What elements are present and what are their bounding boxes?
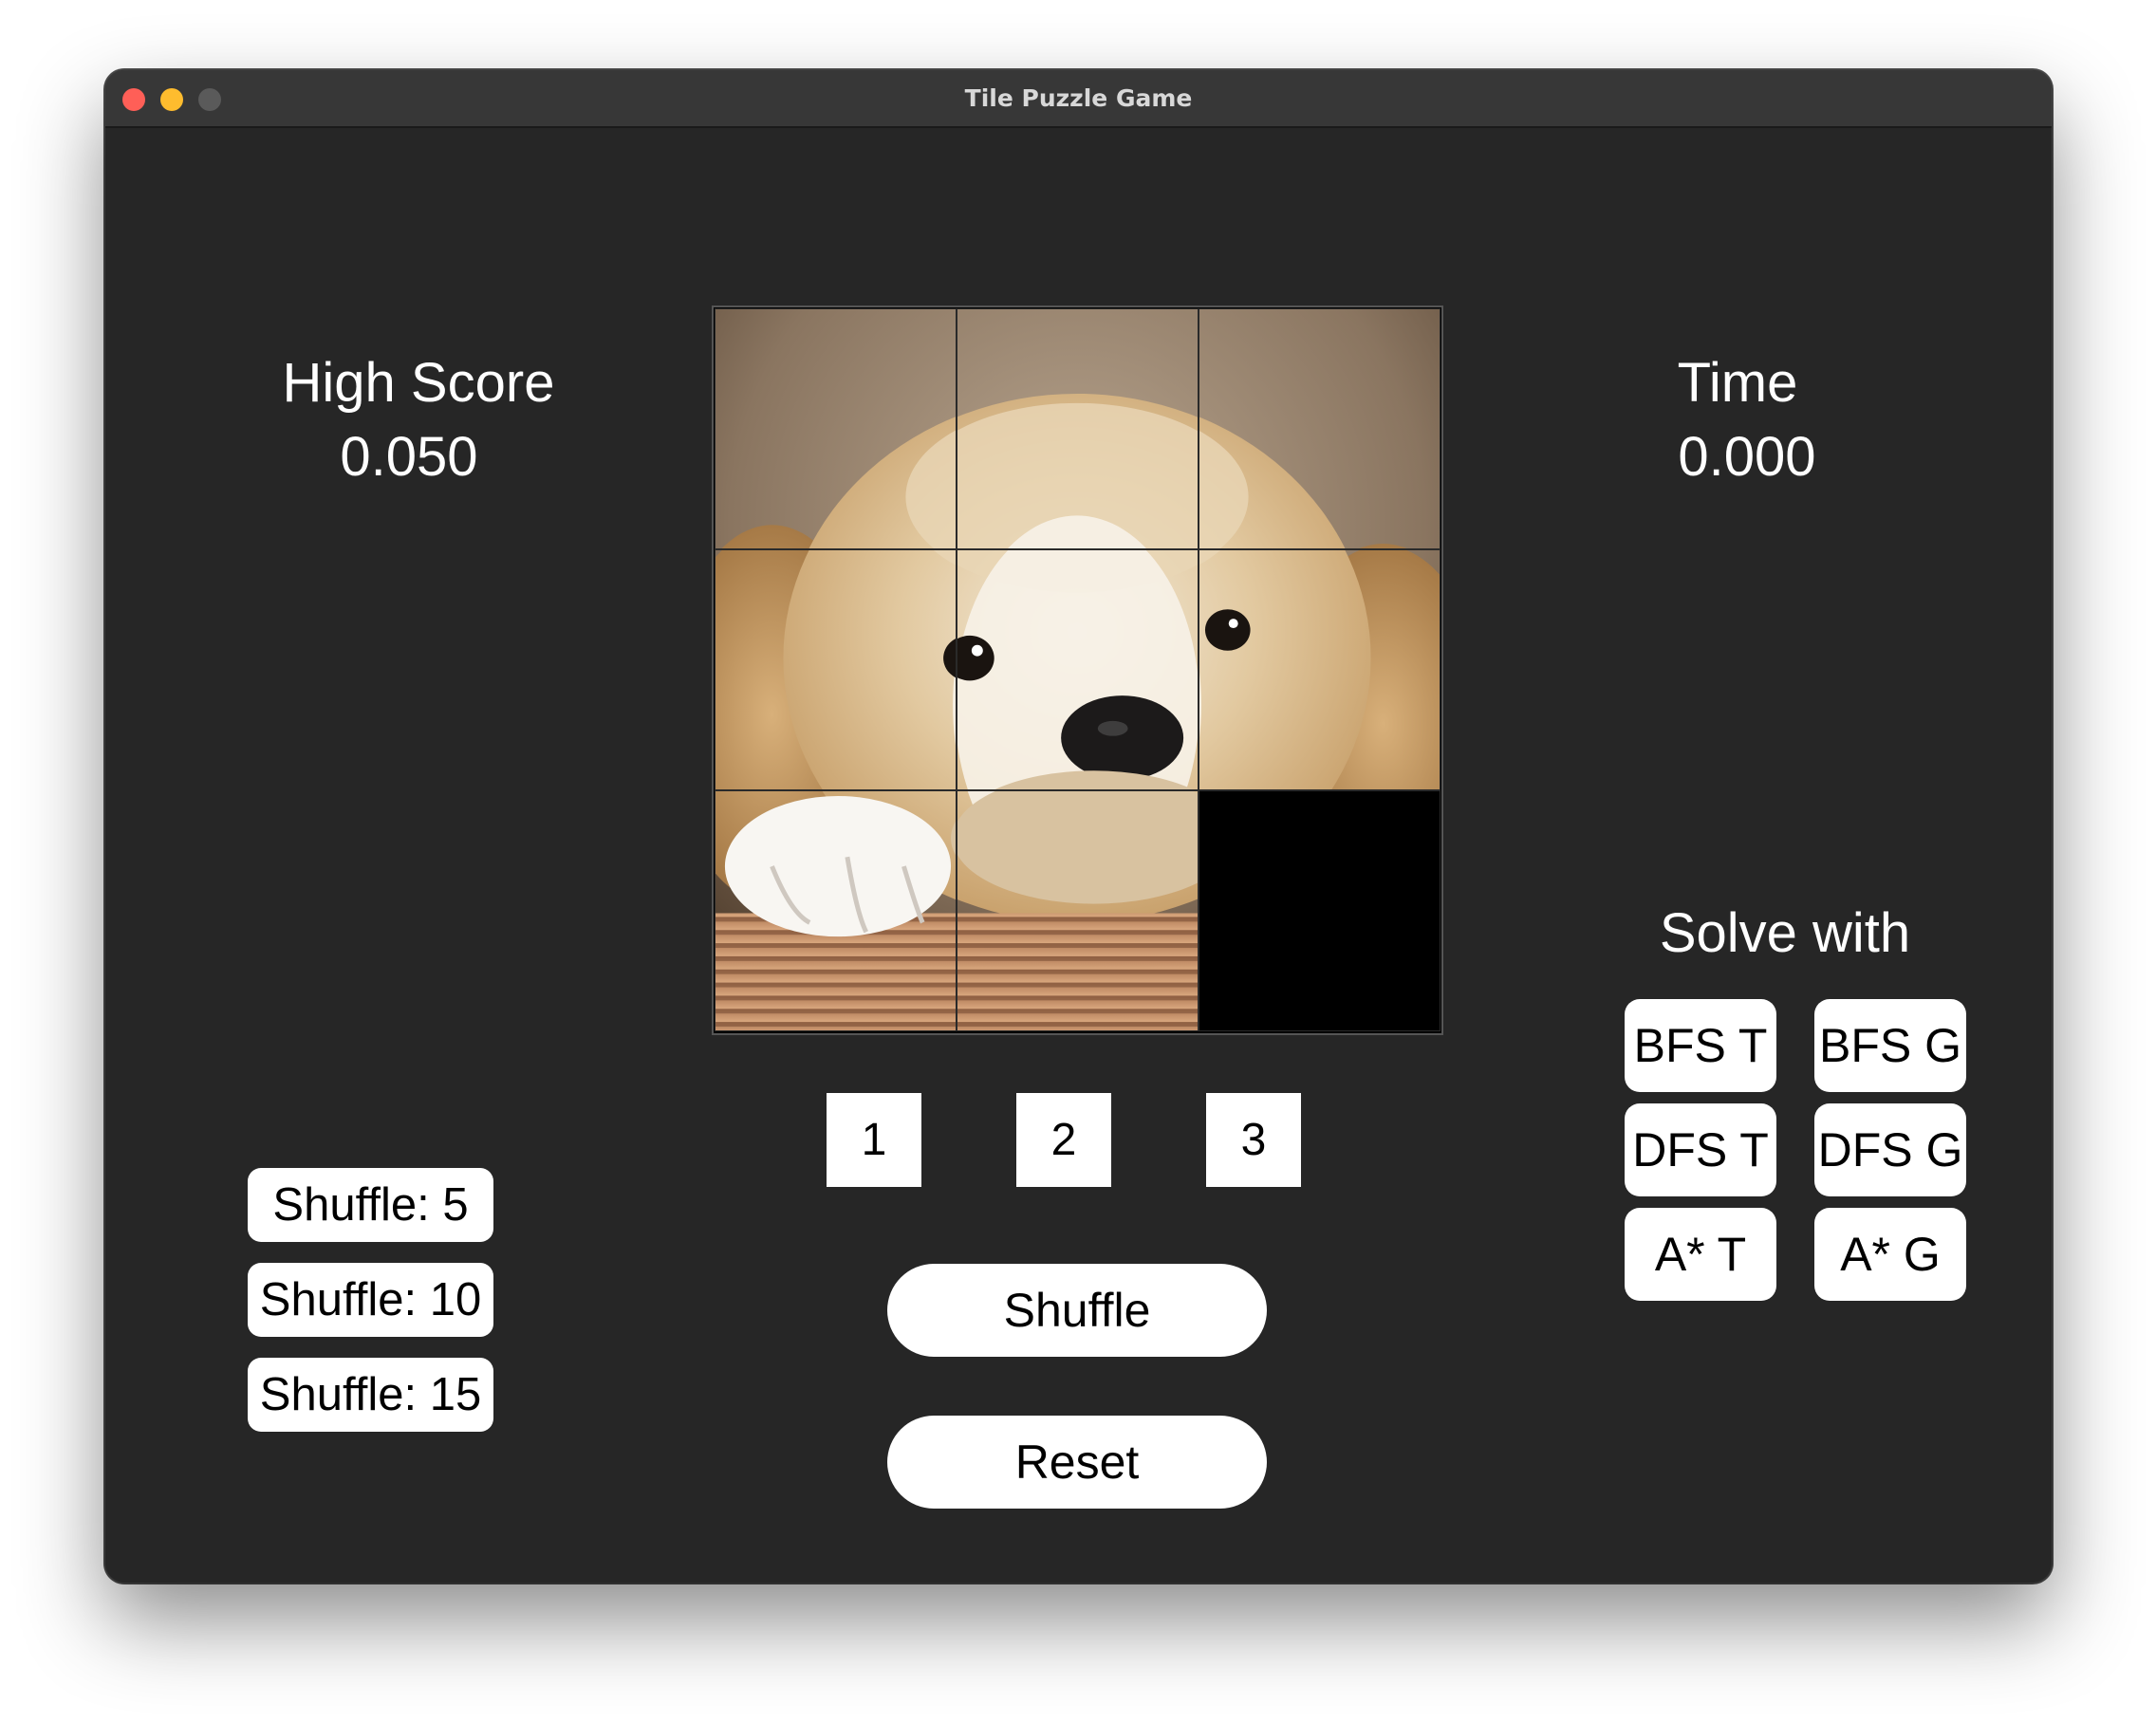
app-window: Tile Puzzle Game High Score 0.050 Time 0… xyxy=(105,70,2052,1583)
puzzle-tile[interactable] xyxy=(957,549,1199,790)
puppy-image-piece xyxy=(716,791,956,1030)
dfs-t-button[interactable]: DFS T xyxy=(1625,1103,1776,1196)
high-score-value: 0.050 xyxy=(340,426,478,488)
puzzle-tile[interactable] xyxy=(957,308,1199,549)
dfs-g-button[interactable]: DFS G xyxy=(1814,1103,1966,1196)
puppy-image-piece xyxy=(716,550,956,789)
astar-g-button[interactable]: A* G xyxy=(1814,1208,1966,1301)
astar-t-button[interactable]: A* T xyxy=(1625,1208,1776,1301)
shuffle-5-button[interactable]: Shuffle: 5 xyxy=(248,1168,493,1242)
window-title: Tile Puzzle Game xyxy=(964,84,1193,112)
puppy-image-piece xyxy=(957,791,1198,1030)
puzzle-tile[interactable] xyxy=(715,549,957,790)
puppy-image-piece xyxy=(716,309,956,548)
puzzle-tile[interactable] xyxy=(957,790,1199,1031)
puppy-image-piece xyxy=(1199,550,1440,789)
puzzle-board xyxy=(712,306,1443,1035)
puzzle-empty-tile[interactable] xyxy=(1199,790,1440,1031)
grid-size-button-1[interactable]: 1 xyxy=(827,1093,921,1187)
grid-size-button-2[interactable]: 2 xyxy=(1016,1093,1111,1187)
puppy-image-piece xyxy=(1199,309,1440,548)
bfs-g-button[interactable]: BFS G xyxy=(1814,999,1966,1092)
grid-size-button-3[interactable]: 3 xyxy=(1206,1093,1301,1187)
puzzle-tile[interactable] xyxy=(715,790,957,1031)
reset-button[interactable]: Reset xyxy=(887,1416,1267,1509)
puppy-image-piece xyxy=(957,309,1198,548)
puzzle-tile[interactable] xyxy=(1199,549,1440,790)
high-score-label: High Score xyxy=(282,352,555,414)
time-value: 0.000 xyxy=(1678,426,1816,488)
bfs-t-button[interactable]: BFS T xyxy=(1625,999,1776,1092)
puzzle-tile[interactable] xyxy=(715,308,957,549)
shuffle-10-button[interactable]: Shuffle: 10 xyxy=(248,1263,493,1337)
shuffle-button[interactable]: Shuffle xyxy=(887,1264,1267,1357)
time-label: Time xyxy=(1677,352,1798,414)
shuffle-15-button[interactable]: Shuffle: 15 xyxy=(248,1358,493,1432)
puppy-image-piece xyxy=(957,550,1198,789)
puzzle-tile[interactable] xyxy=(1199,308,1440,549)
solve-with-label: Solve with xyxy=(1659,902,1911,964)
title-bar: Tile Puzzle Game xyxy=(105,70,2052,128)
